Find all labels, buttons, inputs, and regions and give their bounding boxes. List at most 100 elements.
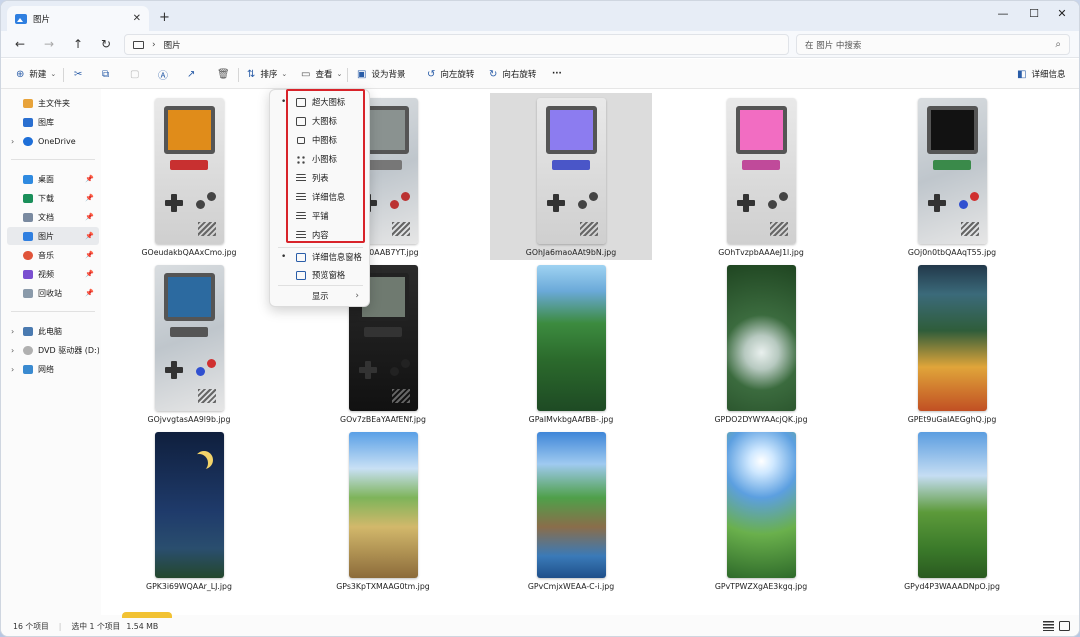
details-pane-button[interactable]: ◧ 详细信息	[1017, 66, 1065, 82]
menu-item-details-pane[interactable]: • 详细信息窗格	[274, 248, 367, 266]
computer-icon	[23, 326, 33, 336]
chevron-right-icon[interactable]: ›	[11, 346, 14, 355]
refresh-button[interactable]: ↻	[97, 35, 115, 53]
file-item[interactable]: GPaIMvkbgAAfBB-.jpg	[490, 260, 652, 427]
copy-button[interactable]: ⧉	[102, 66, 114, 82]
file-item[interactable]: GPDO2DYWYAAcjQK.jpg	[680, 260, 842, 427]
sidebar-item-dvd-drive[interactable]: › DVD 驱动器 (D:) E	[7, 341, 99, 359]
close-window-button[interactable]: ✕	[1048, 5, 1076, 23]
menu-item-preview-pane[interactable]: 预览窗格	[274, 266, 367, 284]
sidebar-item-network[interactable]: › 网络	[7, 360, 99, 378]
address-bar[interactable]: › 图片	[124, 34, 789, 55]
sidebar-item-documents[interactable]: 文档 📌	[7, 208, 99, 226]
paste-button[interactable]: ▢	[130, 66, 144, 82]
file-item[interactable]: GPs3KpTXMAAG0tm.jpg	[302, 427, 464, 594]
menu-item-show[interactable]: 显示 ›	[274, 287, 367, 305]
forward-button[interactable]: →	[40, 35, 58, 53]
sidebar-item-music[interactable]: 音乐 📌	[7, 246, 99, 264]
chevron-right-icon[interactable]: ›	[11, 327, 14, 336]
sidebar-item-home[interactable]: 主文件夹	[7, 94, 99, 112]
file-item[interactable]: GPvTPWZXgAE3kgq.jpg	[680, 427, 842, 594]
file-item[interactable]: GPyd4P3WAAADNpO.jpg	[871, 427, 1033, 594]
menu-item-details[interactable]: 详细信息	[274, 188, 367, 206]
more-options-button[interactable]: ···	[552, 66, 562, 82]
file-item[interactable]: GOj0n0tbQAAqT55.jpg	[871, 93, 1033, 260]
small-icons-icon	[296, 154, 306, 164]
file-item[interactable]: GOhJa6maoAAt9bN.jpg	[490, 93, 652, 260]
search-input[interactable]: 在 图片 中搜索 ⌕	[796, 34, 1070, 55]
close-tab-icon[interactable]: ✕	[133, 13, 141, 24]
file-item[interactable]: GOjvvgtasAA9l9b.jpg	[108, 260, 270, 427]
view-menu: • 超大图标 大图标 中图标 小图标 列表 详细信息 平铺 内容 • 详细信息窗…	[269, 89, 370, 307]
menu-item-large-icons[interactable]: 大图标	[274, 112, 367, 130]
menu-item-label: 内容	[312, 230, 329, 240]
sidebar-item-recycle-bin[interactable]: 回收站 📌	[7, 284, 99, 302]
file-item[interactable]: GOeudakbQAAxCmo.jpg	[108, 93, 270, 260]
rotate-left-icon: ↺	[427, 68, 436, 80]
sidebar-item-onedrive[interactable]: › OneDrive	[7, 132, 99, 150]
large-icons-view-toggle-icon[interactable]	[1059, 621, 1070, 631]
menu-item-medium-icons[interactable]: 中图标	[274, 131, 367, 149]
chevron-right-icon[interactable]: ›	[11, 137, 14, 146]
pin-icon[interactable]: 📌	[85, 175, 94, 183]
chevron-right-icon: ›	[355, 291, 359, 301]
menu-item-tiles[interactable]: 平铺	[274, 207, 367, 225]
music-icon	[23, 250, 33, 260]
maximize-button[interactable]: ☐	[1020, 5, 1048, 23]
back-button[interactable]: ←	[11, 35, 29, 53]
pin-icon[interactable]: 📌	[85, 270, 94, 278]
sort-button[interactable]: ⇅ 排序 ⌄	[247, 66, 287, 82]
pin-icon[interactable]: 📌	[85, 232, 94, 240]
sidebar-item-downloads[interactable]: 下载 📌	[7, 189, 99, 207]
details-icon	[296, 192, 306, 202]
view-button[interactable]: ▭ 查看 ⌄	[301, 66, 342, 82]
rotate-right-button[interactable]: ↻ 向右旋转	[489, 66, 536, 82]
selected-size: 1.54 MB	[126, 622, 159, 631]
sidebar-item-label: 网络	[38, 364, 54, 374]
file-item[interactable]: GPvCmjxWEAA-C-i.jpg	[490, 427, 652, 594]
pin-icon[interactable]: 📌	[85, 289, 94, 297]
pictures-icon	[23, 231, 33, 241]
pin-icon[interactable]: 📌	[85, 251, 94, 259]
minimize-button[interactable]: —	[989, 5, 1017, 23]
menu-item-extra-large-icons[interactable]: • 超大图标	[274, 93, 367, 111]
sidebar-item-pictures[interactable]: 图片 📌	[7, 227, 99, 245]
sidebar-item-this-pc[interactable]: › 此电脑	[7, 322, 99, 340]
chevron-down-icon: ⌄	[336, 70, 343, 78]
menu-item-label: 显示	[312, 291, 329, 301]
file-item[interactable]: GOhTvzpbAAAeJ1l.jpg	[680, 93, 842, 260]
sidebar-item-videos[interactable]: 视频 📌	[7, 265, 99, 283]
pin-icon[interactable]: 📌	[85, 213, 94, 221]
sidebar-item-gallery[interactable]: 图库	[7, 113, 99, 131]
pin-icon[interactable]: 📌	[85, 194, 94, 202]
sidebar-item-desktop[interactable]: 桌面 📌	[7, 170, 99, 188]
menu-item-label: 大图标	[312, 116, 337, 126]
file-name: GPyd4P3WAAADNpO.jpg	[904, 582, 1000, 591]
file-name: GPEt9uGaIAEGghQ.jpg	[907, 415, 997, 424]
menu-item-small-icons[interactable]: 小图标	[274, 150, 367, 168]
file-thumbnail	[726, 98, 796, 244]
file-item[interactable]: GPK3i69WQAAr_LJ.jpg	[108, 427, 270, 594]
delete-button[interactable]: 🗑	[217, 66, 235, 82]
sort-icon: ⇅	[247, 68, 256, 80]
up-button[interactable]: ↑	[69, 35, 87, 53]
chevron-right-icon[interactable]: ›	[11, 365, 14, 374]
tab-pictures[interactable]: 图片 ✕	[7, 6, 149, 31]
sidebar-item-label: OneDrive	[38, 136, 76, 146]
new-button[interactable]: ⊕ 新建 ⌄	[16, 66, 56, 82]
rename-button[interactable]: Ⓐ	[158, 66, 173, 82]
set-background-button[interactable]: ▣ 设为背景	[357, 66, 405, 82]
rotate-left-button[interactable]: ↺ 向左旋转	[427, 66, 474, 82]
menu-item-label: 超大图标	[312, 97, 346, 107]
share-button[interactable]: ↗	[187, 66, 200, 82]
details-view-toggle-icon[interactable]	[1043, 621, 1054, 631]
details-label: 详细信息	[1031, 70, 1066, 80]
breadcrumb-pictures[interactable]: 图片	[164, 39, 181, 51]
cut-button[interactable]: ✂	[74, 66, 87, 82]
content-icon	[296, 230, 306, 240]
file-item[interactable]: GPEt9uGaIAEGghQ.jpg	[871, 260, 1033, 427]
navigation-bar: ← → ↑ ↻ › 图片 在 图片 中搜索 ⌕	[1, 31, 1079, 58]
menu-item-list[interactable]: 列表	[274, 169, 367, 187]
new-tab-button[interactable]: +	[159, 10, 170, 25]
menu-item-content[interactable]: 内容	[274, 226, 367, 244]
